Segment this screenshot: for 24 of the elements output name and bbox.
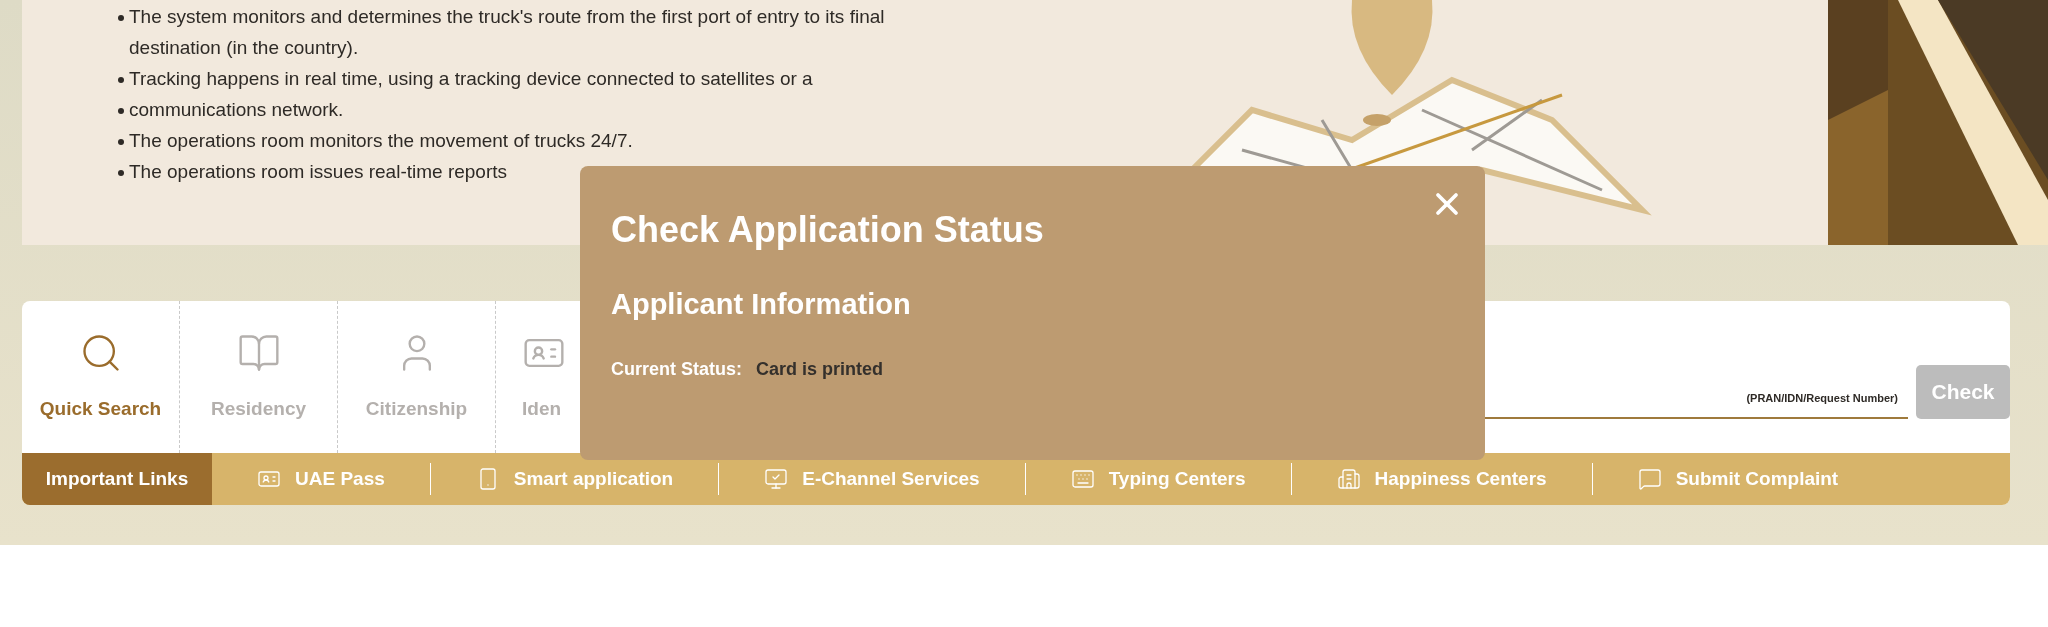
bullet-icon: [118, 138, 124, 145]
quick-link[interactable]: Typing Centers: [1025, 464, 1291, 494]
message-icon: [1637, 467, 1662, 491]
bullet-icon: [118, 169, 124, 176]
building-icon: [1336, 467, 1361, 491]
bullet-icon: [118, 76, 124, 83]
bullet-text: The operations room issues real-time reports: [129, 160, 508, 185]
quick-link[interactable]: UAE Pass: [212, 464, 430, 494]
bullet-text: destination (in the country).: [129, 36, 359, 61]
bullet-icon: [118, 107, 124, 114]
bullet-text: Tracking happens in real time, using a tracking device connected to satellites or a: [129, 67, 813, 92]
quick-link[interactable]: Submit Complaint: [1592, 464, 1884, 494]
quick-link[interactable]: E-Channel Services: [719, 464, 1025, 494]
quick-link[interactable]: Happiness Centers: [1291, 464, 1592, 494]
bullet-text: The operations room monitors the movement of trucks 24/7.: [129, 129, 633, 154]
quick-link[interactable]: Smart application: [430, 464, 719, 494]
bullet-text: The system monitors and determines the truck's route from the first port of entry to its final: [129, 5, 885, 30]
dialog-title: Check Application Status: [611, 208, 1045, 252]
important-links-label: Important Links: [22, 453, 212, 505]
bullet-text: communications network.: [129, 98, 344, 123]
monitor-icon: [764, 467, 789, 491]
status-value: Card is printed: [756, 358, 884, 381]
keyboard-icon: [1070, 467, 1095, 491]
bullet-icon: [118, 14, 124, 21]
